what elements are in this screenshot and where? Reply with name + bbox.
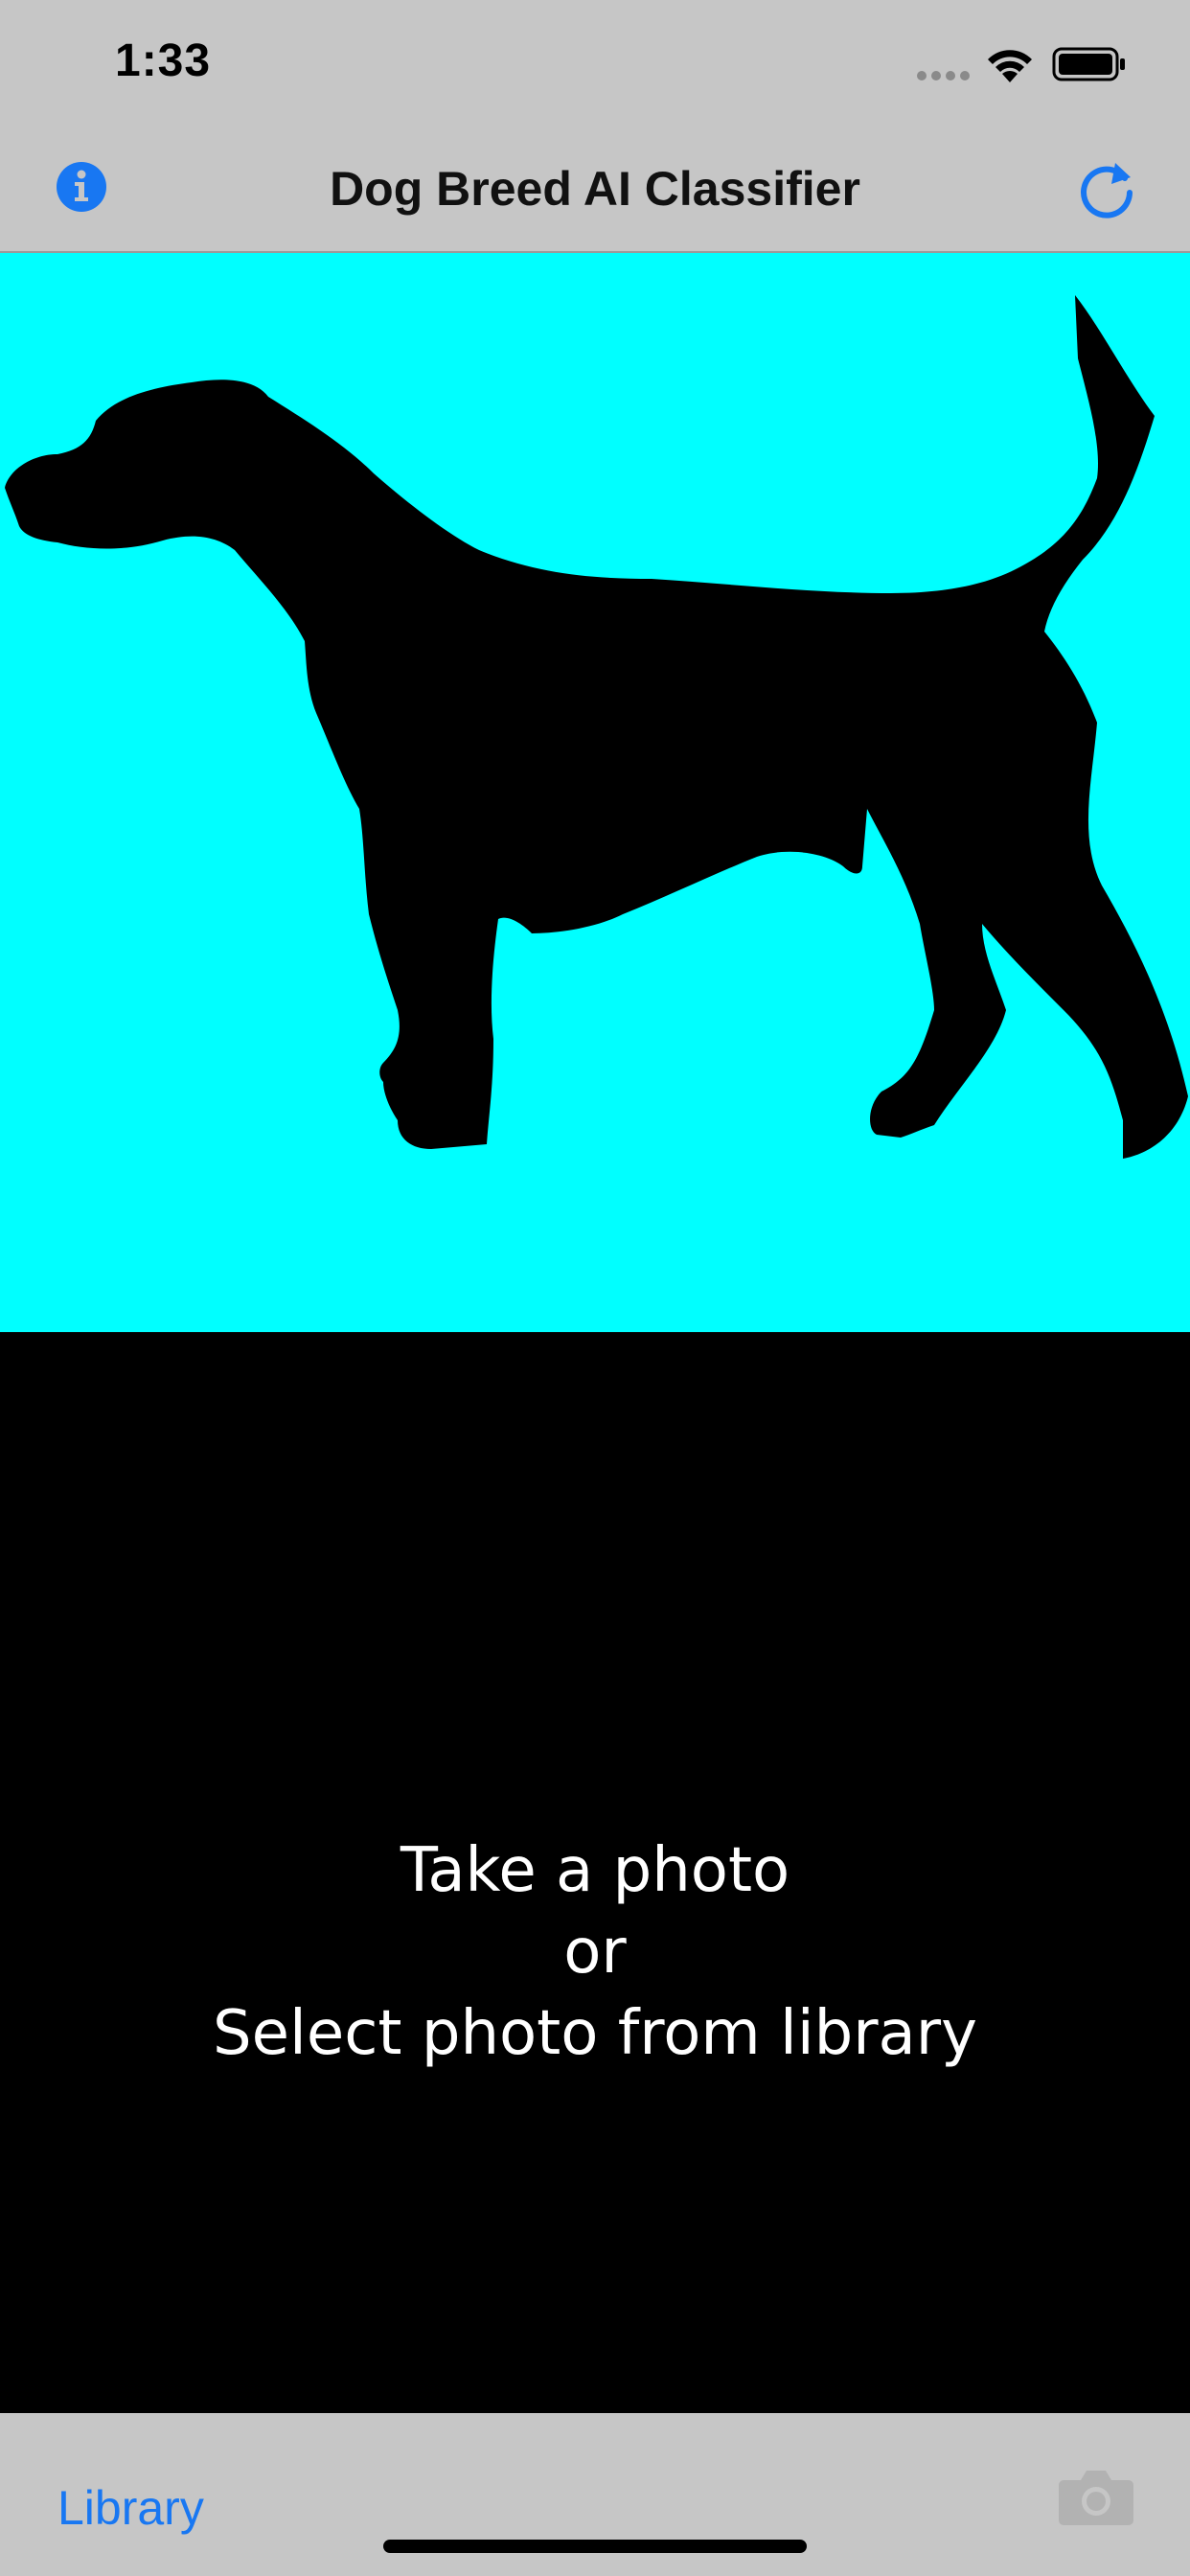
- refresh-icon[interactable]: [1073, 153, 1140, 220]
- instruction-text: Take a photo or Select photo from librar…: [0, 1830, 1190, 2075]
- home-indicator: [383, 2540, 807, 2553]
- camera-icon[interactable]: [1058, 2465, 1134, 2526]
- wifi-icon: [988, 50, 1032, 82]
- status-bar: 1:33: [0, 0, 1190, 126]
- library-button[interactable]: Library: [57, 2480, 204, 2536]
- instruction-line-3: Select photo from library: [213, 1998, 977, 2069]
- dog-silhouette: [5, 295, 1188, 1159]
- instruction-line-2: or: [563, 1917, 627, 1988]
- instruction-line-1: Take a photo: [400, 1835, 790, 1906]
- status-time: 1:33: [115, 35, 212, 86]
- photo-view: [0, 253, 1190, 1332]
- battery-icon: [1052, 47, 1125, 81]
- cellular-dots-icon: [917, 71, 970, 80]
- page-title: Dog Breed AI Classifier: [330, 162, 860, 216]
- bottom-toolbar: Library: [0, 2413, 1190, 2576]
- navigation-bar: Dog Breed AI Classifier: [0, 126, 1190, 253]
- result-panel: Take a photo or Select photo from librar…: [0, 1332, 1190, 2413]
